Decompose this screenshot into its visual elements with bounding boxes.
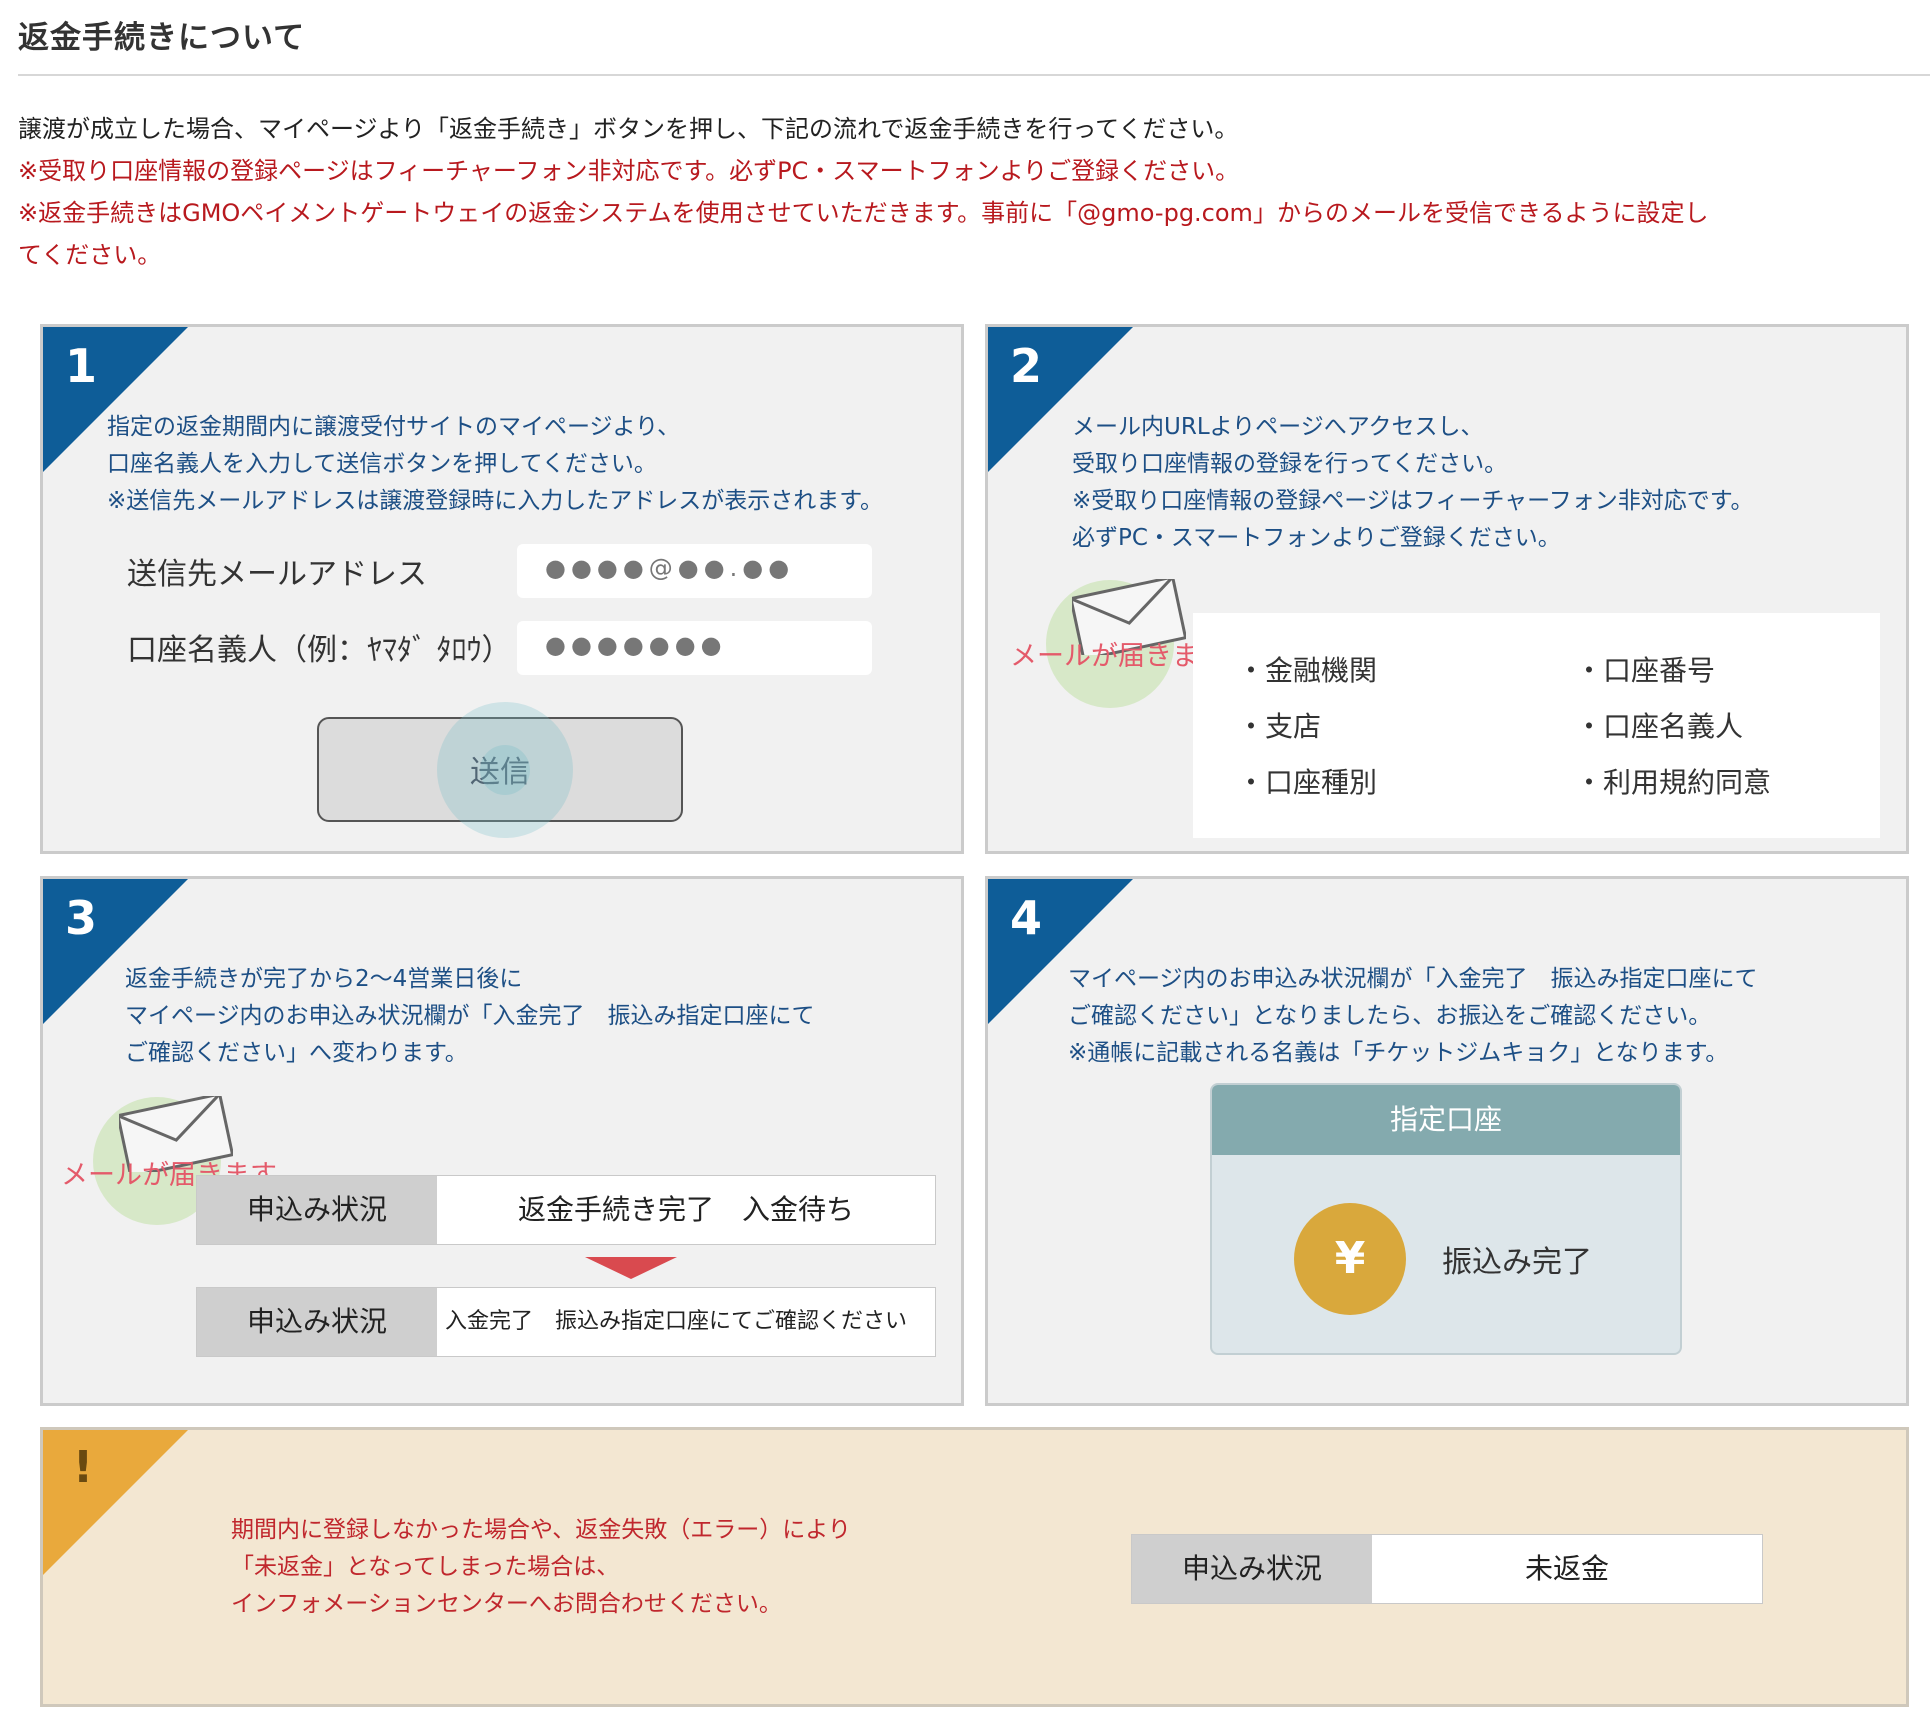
step-line: ※通帳に記載される名義は「チケットジムキョク」となります。 [1068, 1040, 1729, 1066]
down-arrow-icon [585, 1257, 677, 1279]
warning-icon: ! [73, 1442, 94, 1493]
status-label: 申込み状況 [197, 1288, 437, 1356]
step-1-panel: 1 指定の返金期間内に譲渡受付サイトのマイページより、 口座名義人を入力して送信… [40, 324, 964, 854]
list-item: ・金融機関 [1237, 654, 1378, 687]
list-item: ・支店 [1237, 710, 1322, 743]
step-description: メール内URLよりページへアクセスし、 受取り口座情報の登録を行ってください。 … [1072, 409, 1753, 557]
status-value: 未返金 [1524, 1552, 1609, 1585]
list-item: ・利用規約同意 [1575, 766, 1772, 799]
step-number: 4 [1010, 891, 1043, 945]
status-label: 申込み状況 [197, 1176, 437, 1244]
note-line: てください。 [18, 241, 162, 269]
step-line: マイページ内のお申込み状況欄が「入金完了 振込み指定口座にて [125, 1003, 815, 1029]
title-divider [18, 74, 1930, 76]
email-value: ●●●●@●●.●● [545, 554, 795, 582]
step-2-panel: 2 メール内URLよりページへアクセスし、 受取り口座情報の登録を行ってください… [985, 324, 1909, 854]
status-value: 入金完了 振込み指定口座にてご確認ください [445, 1309, 908, 1334]
step-number: 3 [65, 891, 98, 945]
designated-account-card: 指定口座 ¥ 振込み完了 [1210, 1083, 1682, 1355]
step-3-panel: 3 返金手続きが完了から2～4営業日後に マイページ内のお申込み状況欄が「入金完… [40, 876, 964, 1406]
step-line: 受取り口座情報の登録を行ってください。 [1072, 451, 1508, 477]
tap-indicator [437, 702, 573, 838]
step-line: ※送信先メールアドレスは譲渡登録時に入力したアドレスが表示されます。 [107, 488, 883, 514]
registration-items: ・金融機関 ・口座番号 ・支店 ・口座名義人 ・口座種別 ・利用規約同意 [1193, 613, 1880, 838]
note-line: ※返金手続きはGMOペイメントゲートウェイの返金システムを使用させていただきます… [18, 199, 1709, 227]
page-title: 返金手続きについて [18, 20, 306, 56]
status-row-after: 申込み状況 入金完了 振込み指定口座にてご確認ください [196, 1287, 936, 1357]
step-line: ご確認ください」となりましたら、お振込をご確認ください。 [1068, 1003, 1712, 1029]
step-line: マイページ内のお申込み状況欄が「入金完了 振込み指定口座にて [1068, 966, 1758, 992]
step-4-panel: 4 マイページ内のお申込み状況欄が「入金完了 振込み指定口座にて ご確認ください… [985, 876, 1909, 1406]
list-item: ・口座種別 [1237, 766, 1378, 799]
intro-text: 譲渡が成立した場合、マイページより「返金手続き」ボタンを押し、下記の流れで返金手… [18, 108, 1923, 276]
step-description: マイページ内のお申込み状況欄が「入金完了 振込み指定口座にて ご確認ください」と… [1068, 961, 1758, 1072]
step-line: ※受取り口座情報の登録ページはフィーチャーフォン非対応です。 [1072, 488, 1754, 514]
step-line: 口座名義人を入力して送信ボタンを押してください。 [107, 451, 657, 477]
list-item: ・口座番号 [1575, 654, 1716, 687]
list-item: ・口座名義人 [1575, 710, 1744, 743]
account-card-title: 指定口座 [1212, 1085, 1680, 1155]
warning-line: 「未返金」となってしまった場合は、 [231, 1554, 620, 1580]
yen-coin-icon: ¥ [1294, 1203, 1406, 1315]
email-label: 送信先メールアドレス [127, 557, 427, 592]
step-description: 指定の返金期間内に譲渡受付サイトのマイページより、 口座名義人を入力して送信ボタ… [107, 409, 883, 520]
status-label: 申込み状況 [1132, 1535, 1372, 1603]
email-field: ●●●●@●●.●● [517, 544, 872, 598]
step-number: 2 [1010, 339, 1043, 393]
warning-corner [43, 1430, 188, 1575]
step-number: 1 [65, 339, 98, 393]
step-line: 返金手続きが完了から2～4営業日後に [125, 966, 523, 992]
step-line: 指定の返金期間内に譲渡受付サイトのマイページより、 [107, 414, 681, 440]
account-name-field: ●●●●●●● [517, 621, 872, 675]
transfer-status: 振込み完了 [1442, 1245, 1592, 1280]
warning-line: インフォメーションセンターへお問合わせください。 [231, 1591, 782, 1617]
account-name-label: 口座名義人（例：ﾔﾏﾀﾞ ﾀﾛｳ） [127, 633, 512, 668]
status-value: 返金手続き完了 入金待ち [517, 1193, 854, 1226]
status-row-before: 申込み状況 返金手続き完了 入金待ち [196, 1175, 936, 1245]
note-line: ※受取り口座情報の登録ページはフィーチャーフォン非対応です。必ずPC・スマートフ… [18, 157, 1240, 185]
intro-line: 譲渡が成立した場合、マイページより「返金手続き」ボタンを押し、下記の流れで返金手… [18, 115, 1239, 143]
step-line: メール内URLよりページへアクセスし、 [1072, 414, 1484, 440]
account-name-value: ●●●●●●● [545, 631, 727, 659]
warning-line: 期間内に登録しなかった場合や、返金失敗（エラー）により [231, 1517, 851, 1543]
warning-panel: ! 期間内に登録しなかった場合や、返金失敗（エラー）により 「未返金」となってし… [40, 1427, 1909, 1707]
warning-description: 期間内に登録しなかった場合や、返金失敗（エラー）により 「未返金」となってしまっ… [231, 1512, 851, 1623]
step-line: 必ずPC・スマートフォンよりご登録ください。 [1072, 525, 1561, 551]
step-description: 返金手続きが完了から2～4営業日後に マイページ内のお申込み状況欄が「入金完了 … [125, 961, 815, 1072]
step-line: ご確認ください」へ変わります。 [125, 1040, 468, 1066]
status-row-unrefunded: 申込み状況 未返金 [1131, 1534, 1763, 1604]
